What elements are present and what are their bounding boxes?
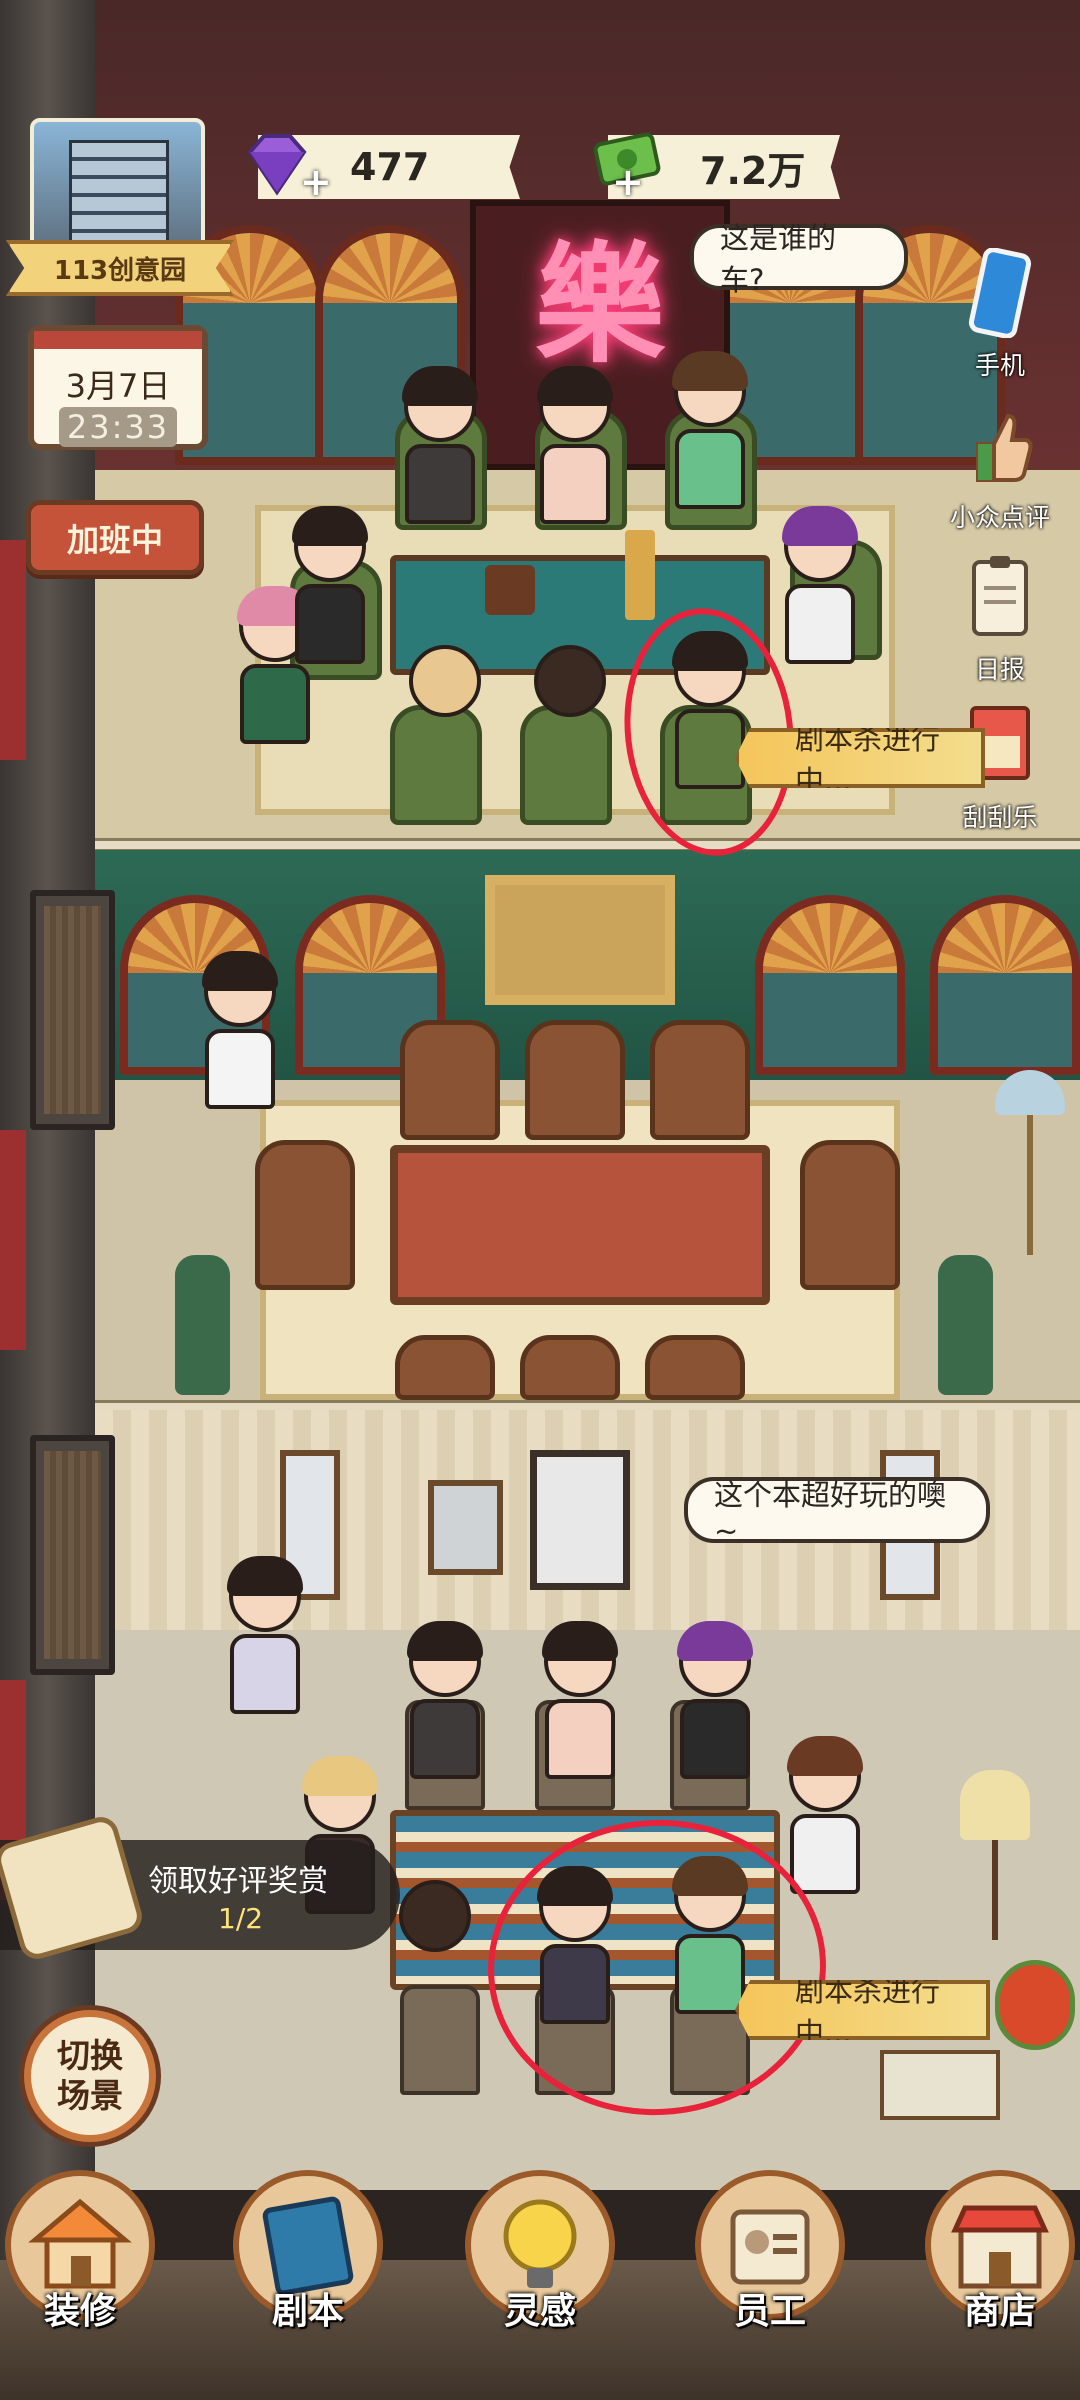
wall-frame <box>428 1480 503 1575</box>
nav-inspiration[interactable]: 灵感 <box>460 2170 620 2334</box>
customer-character[interactable] <box>785 1736 865 1894</box>
review-reward-panel[interactable]: 领取好评奖赏 1/2 <box>0 1812 400 1964</box>
customer-character[interactable] <box>290 506 370 664</box>
phone-button[interactable]: 手机 <box>950 247 1050 382</box>
customer-character[interactable] <box>540 1621 620 1779</box>
reviews-button[interactable]: 小众点评 <box>950 400 1050 534</box>
arched-window <box>930 895 1080 1075</box>
leather-armchair <box>645 1335 745 1400</box>
armchair <box>390 705 482 825</box>
overtime-button[interactable]: 加班中 <box>26 500 204 575</box>
scratch-card-label: 刮刮乐 <box>962 803 1038 832</box>
nav-staff[interactable]: 员工 <box>690 2170 850 2334</box>
detective-portrait <box>530 1450 630 1590</box>
nav-decorate[interactable]: 装修 <box>0 2170 160 2334</box>
game-clock: 3月7日 23:33 <box>28 325 208 450</box>
armchair <box>520 705 612 825</box>
switch-scene-button[interactable]: 切换场景 <box>24 2010 156 2142</box>
dining-chair <box>400 1985 480 2095</box>
game-time: 23:33 <box>59 407 177 447</box>
customer-character[interactable] <box>400 366 480 524</box>
arched-window <box>755 895 905 1075</box>
customer-character[interactable] <box>395 1880 475 1952</box>
add-gems-icon[interactable]: + <box>300 160 332 204</box>
phone-icon <box>968 247 1032 339</box>
vase <box>175 1255 230 1395</box>
staff-character[interactable] <box>200 951 280 1109</box>
leather-armchair <box>520 1335 620 1400</box>
staff-character[interactable] <box>225 1556 305 1714</box>
reward-progress: 1/2 <box>218 1902 264 1935</box>
leather-armchair <box>650 1020 750 1140</box>
leather-armchair <box>525 1020 625 1140</box>
customer-character[interactable] <box>535 366 615 524</box>
wall-painting <box>485 875 675 1005</box>
thumbs-up-icon <box>976 413 1033 482</box>
nav-scripts[interactable]: 剧本 <box>228 2170 388 2334</box>
red-wall-strip <box>0 1130 26 1350</box>
elevator-door[interactable] <box>30 1435 115 1675</box>
customer-character[interactable] <box>405 1621 485 1779</box>
building-name: 113创意园 <box>6 240 234 296</box>
money-count: 7.2万 <box>700 148 806 193</box>
game-screen: 樂 113创意园 3月7日 23:33 加班中 477 + 7.2万 + 这是谁… <box>0 0 1080 2400</box>
script-cover-icon <box>995 1960 1075 2050</box>
customer-character[interactable] <box>670 351 750 509</box>
customer-character[interactable] <box>780 506 860 664</box>
customer-character[interactable] <box>530 645 610 717</box>
red-wall-strip <box>0 540 26 760</box>
gramophone <box>485 565 535 615</box>
customer-character[interactable] <box>675 1621 755 1779</box>
vase <box>938 1255 993 1395</box>
nav-decorate-label: 装修 <box>43 2291 116 2332</box>
nav-shop[interactable]: 商店 <box>920 2170 1080 2334</box>
clipboard-icon <box>972 556 1028 636</box>
daily-report-label: 日报 <box>974 655 1025 684</box>
reviews-label: 小众点评 <box>950 503 1051 532</box>
floor-lamp <box>995 1070 1065 1270</box>
reward-label: 领取好评奖赏 <box>148 1864 328 1899</box>
nav-shop-label: 商店 <box>963 2291 1036 2332</box>
leather-armchair <box>400 1020 500 1140</box>
game-status-banner[interactable]: 剧本杀进行中... <box>735 728 985 788</box>
nav-staff-label: 员工 <box>733 2291 806 2332</box>
side-cabinet <box>880 2050 1000 2120</box>
coffee-table[interactable] <box>390 1145 770 1305</box>
table-lamp <box>960 1770 1030 1950</box>
customer-character[interactable] <box>405 645 485 717</box>
speech-bubble: 这是谁的车? <box>690 221 908 297</box>
phone-label: 手机 <box>974 351 1025 380</box>
nav-scripts-label: 剧本 <box>271 2291 344 2332</box>
speech-bubble: 这个本超好玩的噢~ <box>684 1477 990 1548</box>
game-date: 3月7日 <box>65 367 171 405</box>
switch-scene-label: 切换场景 <box>57 2036 123 2115</box>
leather-armchair <box>255 1140 355 1290</box>
game-status-banner[interactable]: 剧本杀进行中... <box>735 1980 990 2040</box>
candlestick <box>625 530 655 620</box>
leather-armchair <box>800 1140 900 1290</box>
add-money-icon[interactable]: + <box>612 160 644 204</box>
building-thumbnail[interactable] <box>30 118 205 258</box>
elevator-door[interactable] <box>30 890 115 1130</box>
gem-count: 477 <box>350 145 430 189</box>
leather-armchair <box>395 1335 495 1400</box>
daily-report-button[interactable]: 日报 <box>950 552 1050 686</box>
nav-inspiration-label: 灵感 <box>503 2291 576 2332</box>
